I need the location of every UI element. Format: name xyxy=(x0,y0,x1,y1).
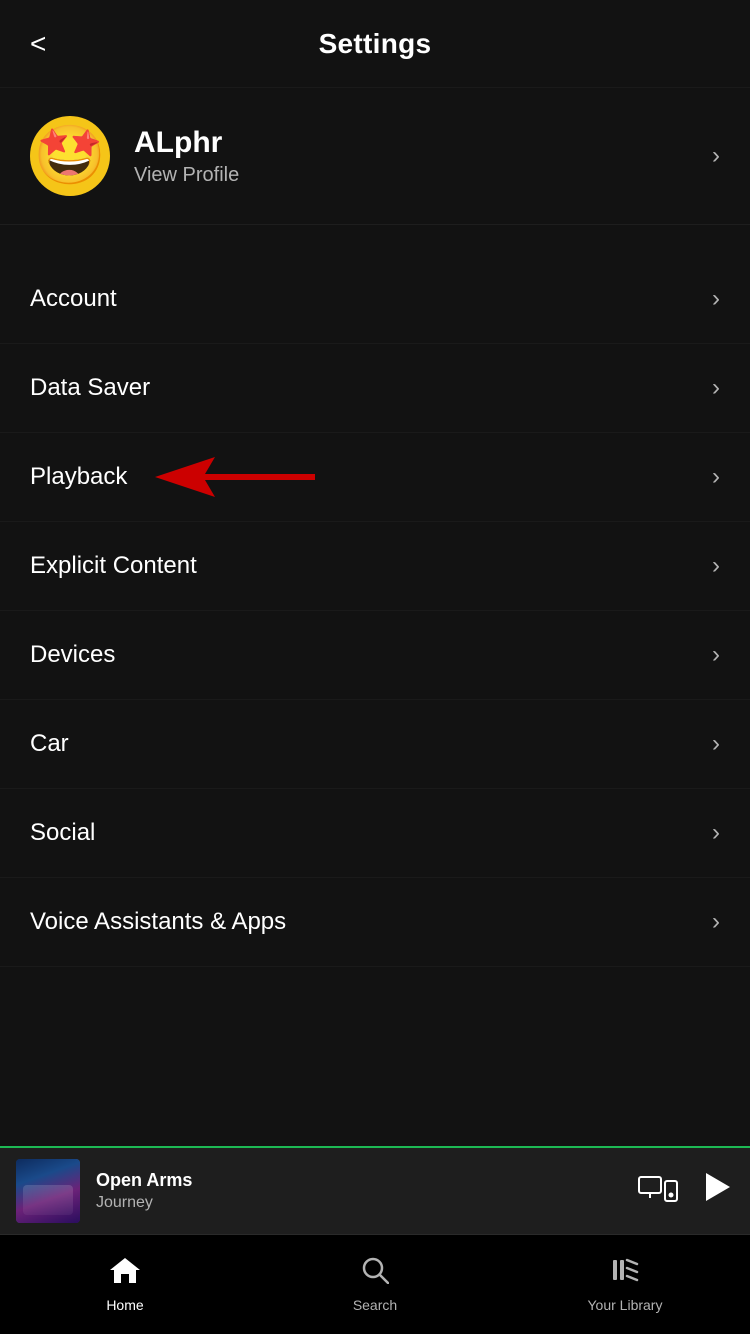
album-art xyxy=(16,1159,80,1223)
nav-item-library[interactable]: Your Library xyxy=(500,1256,750,1313)
car-chevron-icon: › xyxy=(712,730,720,758)
avatar: 🤩 xyxy=(30,116,110,196)
settings-item-devices[interactable]: Devices › xyxy=(0,611,750,700)
search-label: Search xyxy=(353,1297,397,1313)
settings-list: Account › Data Saver › Playback › Explic… xyxy=(0,255,750,967)
now-playing-controls xyxy=(638,1169,734,1214)
account-label: Account xyxy=(30,285,117,313)
now-playing-artist: Journey xyxy=(96,1194,638,1212)
nav-item-home[interactable]: Home xyxy=(0,1256,250,1313)
profile-chevron-icon: › xyxy=(712,142,720,170)
now-playing-info: Open Arms Journey xyxy=(96,1170,638,1212)
playback-label: Playback xyxy=(30,463,127,491)
profile-name: ALphr xyxy=(134,126,702,160)
profile-info: ALphr View Profile xyxy=(134,126,702,187)
playback-arrow-annotation xyxy=(155,452,315,502)
settings-item-social[interactable]: Social › xyxy=(0,789,750,878)
nav-item-search[interactable]: Search xyxy=(250,1256,500,1313)
data-saver-chevron-icon: › xyxy=(712,374,720,402)
avatar-emoji: 🤩 xyxy=(34,127,106,185)
bottom-navigation: Home Search Your Library xyxy=(0,1234,750,1334)
profile-row[interactable]: 🤩 ALphr View Profile › xyxy=(0,88,750,225)
settings-item-playback[interactable]: Playback › xyxy=(0,433,750,522)
settings-item-voice-assistants[interactable]: Voice Assistants & Apps › xyxy=(0,878,750,967)
account-chevron-icon: › xyxy=(712,285,720,313)
voice-assistants-chevron-icon: › xyxy=(712,908,720,936)
social-chevron-icon: › xyxy=(712,819,720,847)
car-label: Car xyxy=(30,730,69,758)
playback-chevron-icon: › xyxy=(712,463,720,491)
settings-header: < Settings xyxy=(0,0,750,88)
devices-label: Devices xyxy=(30,641,115,669)
settings-item-car[interactable]: Car › xyxy=(0,700,750,789)
back-button[interactable]: < xyxy=(30,28,46,60)
settings-item-explicit-content[interactable]: Explicit Content › xyxy=(0,522,750,611)
devices-chevron-icon: › xyxy=(712,641,720,669)
data-saver-label: Data Saver xyxy=(30,374,150,402)
now-playing-bar[interactable]: Open Arms Journey xyxy=(0,1146,750,1234)
library-label: Your Library xyxy=(588,1297,663,1313)
settings-item-data-saver[interactable]: Data Saver › xyxy=(0,344,750,433)
view-profile-label: View Profile xyxy=(134,164,702,187)
social-label: Social xyxy=(30,819,95,847)
library-icon xyxy=(611,1256,639,1291)
home-label: Home xyxy=(106,1297,143,1313)
search-icon xyxy=(361,1256,389,1291)
explicit-content-label: Explicit Content xyxy=(30,552,197,580)
now-playing-title: Open Arms xyxy=(96,1170,638,1191)
explicit-content-chevron-icon: › xyxy=(712,552,720,580)
voice-assistants-label: Voice Assistants & Apps xyxy=(30,908,286,936)
settings-item-account[interactable]: Account › xyxy=(0,255,750,344)
page-title: Settings xyxy=(319,28,432,60)
home-icon xyxy=(110,1256,140,1291)
play-button[interactable] xyxy=(698,1169,734,1214)
device-icon[interactable] xyxy=(638,1176,678,1206)
